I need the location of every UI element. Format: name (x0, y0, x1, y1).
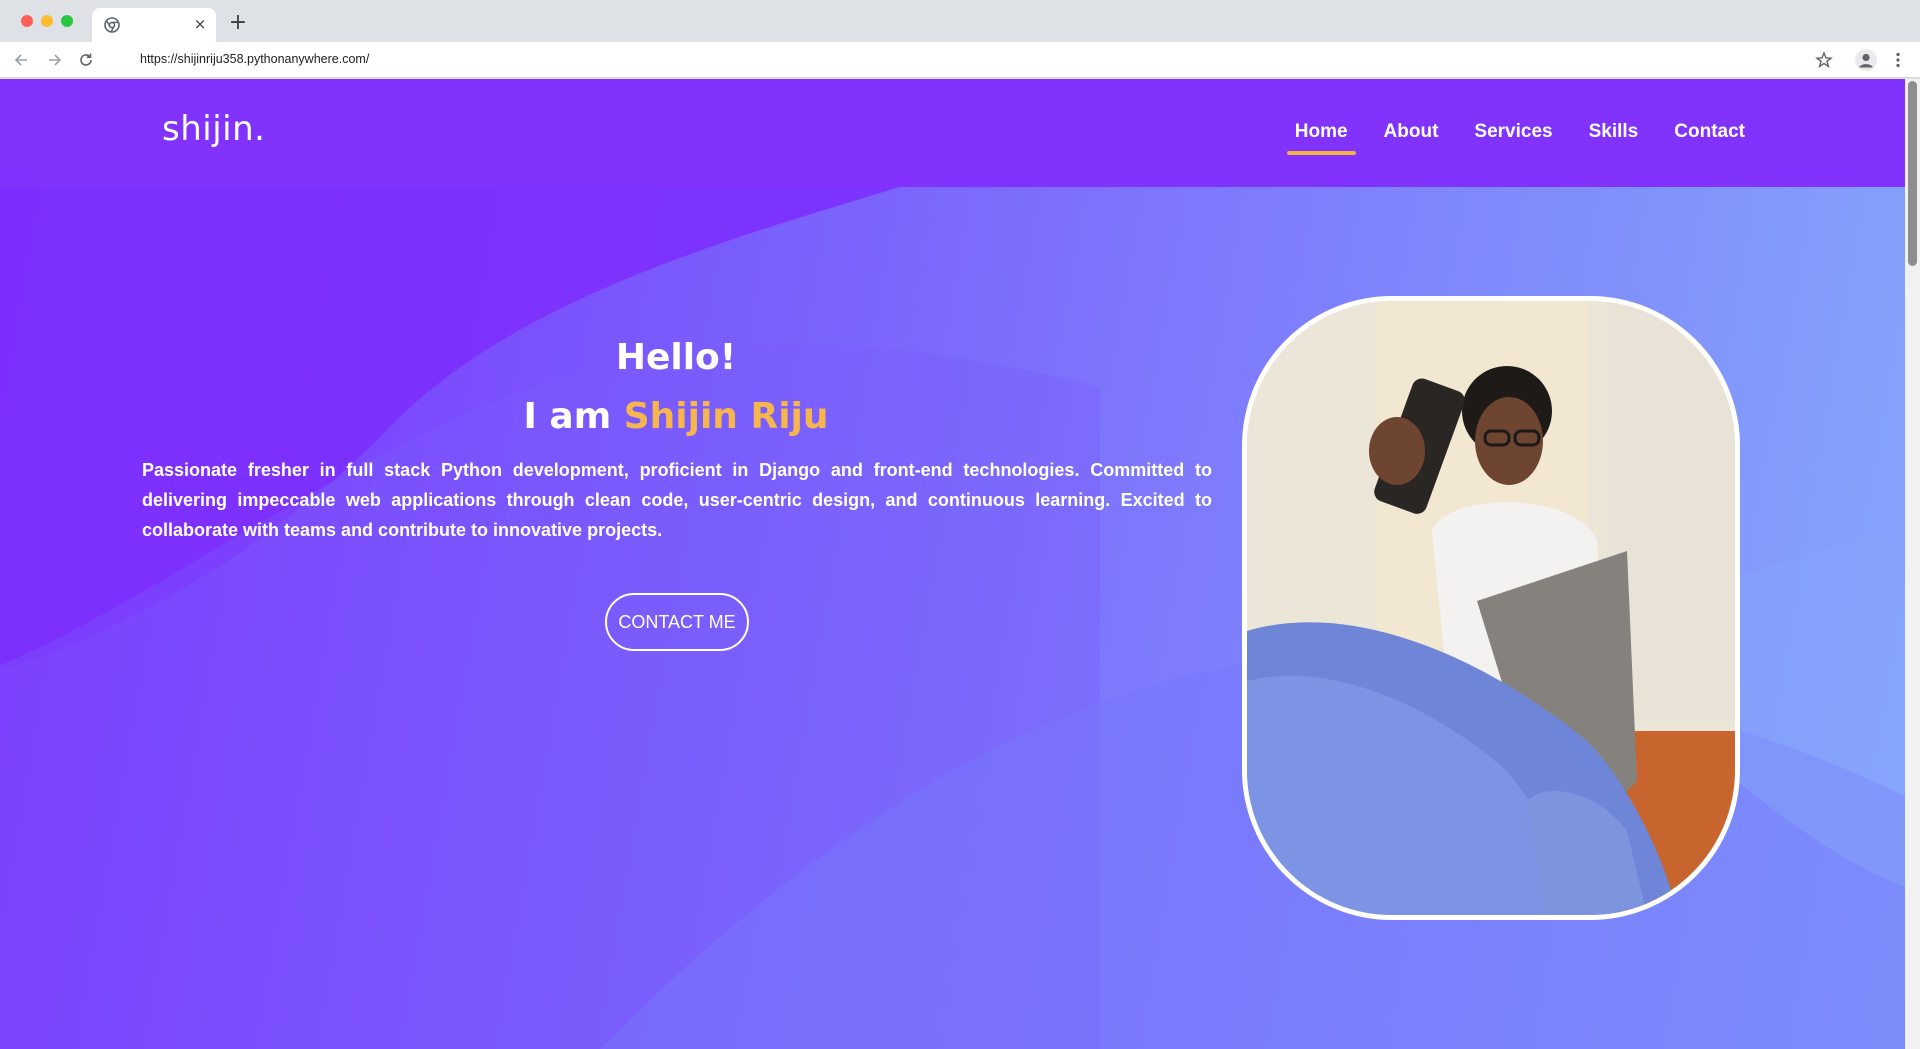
profile-photo-illustration (1247, 301, 1735, 915)
hero-intro-prefix: I am (523, 396, 624, 437)
tab-close-icon[interactable]: × (192, 16, 208, 32)
bookmark-star-icon[interactable] (1814, 50, 1834, 70)
site-logo[interactable]: shijin. (162, 109, 265, 149)
nav-services[interactable]: Services (1466, 121, 1560, 153)
url-text[interactable]: https://shijinriju358.pythonanywhere.com… (140, 52, 369, 66)
contact-me-button[interactable]: CONTACT ME (605, 593, 749, 651)
minimize-window-icon[interactable] (41, 15, 53, 27)
back-arrow-icon[interactable] (12, 50, 32, 70)
browser-menu-icon[interactable] (1888, 50, 1908, 70)
hero-name: Shijin Riju (623, 396, 829, 437)
nav-home[interactable]: Home (1286, 121, 1356, 155)
site-header: shijin. Home About Services Skills Conta… (0, 79, 1905, 187)
profile-photo (1242, 296, 1740, 920)
profile-avatar-icon[interactable] (1855, 49, 1877, 71)
nav-contact[interactable]: Contact (1666, 121, 1753, 153)
nav-about[interactable]: About (1376, 121, 1447, 153)
new-tab-button[interactable]: + (228, 12, 248, 34)
address-bar[interactable]: https://shijinriju358.pythonanywhere.com… (108, 47, 1788, 73)
maximize-window-icon[interactable] (61, 15, 73, 27)
browser-tab[interactable]: × (92, 8, 216, 42)
hero-intro: I am Shijin Riju (140, 396, 1212, 437)
browser-tab-bar: × + (0, 0, 1920, 42)
reload-icon[interactable] (76, 50, 96, 70)
hero-section: Hello! I am Shijin Riju Passionate fresh… (0, 187, 1905, 1049)
forward-arrow-icon[interactable] (44, 50, 64, 70)
scrollbar-thumb[interactable] (1908, 81, 1917, 266)
chrome-icon (104, 17, 120, 33)
page-scrollbar[interactable] (1905, 79, 1920, 1049)
page-viewport: shijin. Home About Services Skills Conta… (0, 79, 1920, 1049)
hero-greeting: Hello! (615, 337, 737, 378)
main-nav: Home About Services Skills Contact (1267, 121, 1753, 155)
nav-skills[interactable]: Skills (1581, 121, 1647, 153)
browser-toolbar: https://shijinriju358.pythonanywhere.com… (0, 42, 1920, 78)
hero-bio: Passionate fresher in full stack Python … (142, 460, 1212, 540)
close-window-icon[interactable] (21, 15, 33, 27)
